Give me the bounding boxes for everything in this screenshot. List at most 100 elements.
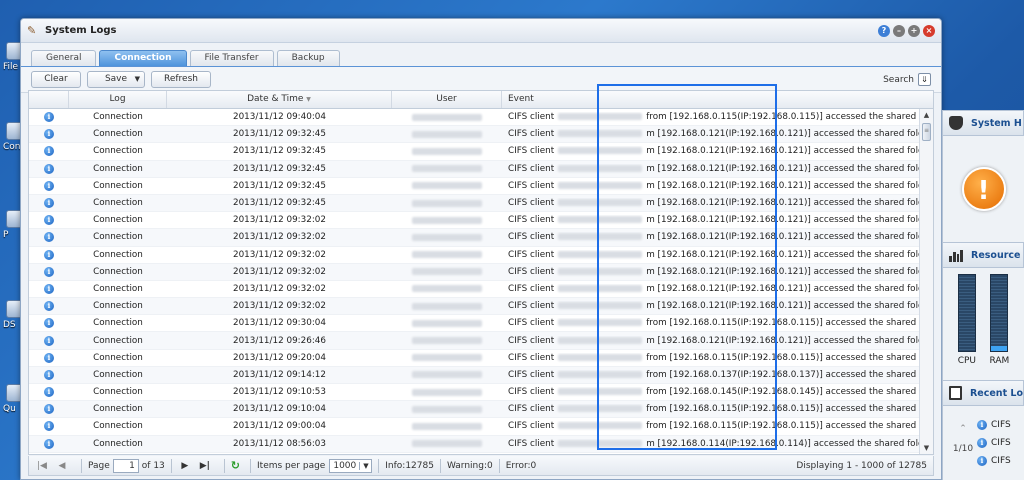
table-row[interactable]: i Connection 2013/11/12 09:10:04 CIFS clien…: [29, 401, 933, 419]
header-log[interactable]: Log: [69, 91, 167, 108]
log-cell: Connection: [93, 404, 143, 415]
help-icon[interactable]: ?: [878, 24, 890, 37]
user-cell: [392, 319, 502, 327]
list-item[interactable]: i CIFS: [977, 434, 1024, 452]
table-row[interactable]: i Connection 2013/11/12 09:32:45 CIFS clien…: [29, 160, 933, 178]
row-icon-cell: i: [29, 249, 69, 260]
info-count: Info:12785: [385, 460, 434, 471]
event-text: from [192.168.0.137(IP:192.168.0.137)] a…: [646, 369, 919, 380]
row-icon-cell: i: [29, 438, 69, 449]
refresh-button[interactable]: Refresh: [151, 71, 211, 88]
resource-monitor-body: CPU RAM: [942, 268, 1024, 380]
table-row[interactable]: i Connection 2013/11/12 09:26:46 CIFS clien…: [29, 332, 933, 350]
table-row[interactable]: i Connection 2013/11/12 09:32:45 CIFS clien…: [29, 194, 933, 213]
table-row[interactable]: i Connection 2013/11/12 09:32:02 CIFS clien…: [29, 212, 933, 230]
recent-logs-header[interactable]: Recent Lo: [942, 380, 1024, 406]
row-icon-cell: i: [29, 146, 69, 157]
log-cell: Connection: [93, 129, 143, 140]
redacted-client: [558, 130, 643, 138]
scroll-thumb[interactable]: ≡: [922, 123, 931, 141]
table-row[interactable]: i Connection 2013/11/12 09:32:02 CIFS clien…: [29, 229, 933, 247]
event-cell: CIFS client m [192.168.0.121(IP:192.168.0…: [502, 181, 919, 191]
dropdown-caret-icon: ▼: [134, 75, 140, 83]
user-cell: [392, 199, 502, 207]
page-number-input[interactable]: 1: [112, 458, 139, 473]
time-cell: 2013/11/12 09:32:45: [232, 163, 326, 174]
row-icon-cell: i: [29, 129, 69, 140]
first-page-icon[interactable]: |◀: [35, 461, 49, 471]
items-per-page-select[interactable]: 1000 ▼: [329, 458, 373, 473]
event-prefix: CIFS client: [508, 146, 555, 157]
table-row[interactable]: i Connection 2013/11/12 09:30:04 CIFS clien…: [29, 315, 933, 333]
time-cell: 2013/11/12 09:10:04: [232, 404, 326, 415]
chevron-up-icon[interactable]: ⌃: [959, 424, 967, 434]
header-user[interactable]: User: [392, 91, 502, 108]
resource-monitor-header[interactable]: Resource: [942, 242, 1024, 268]
table-row[interactable]: i Connection 2013/11/12 09:32:02 CIFS clien…: [29, 247, 933, 264]
user-cell: [392, 130, 502, 138]
table-row[interactable]: i Connection 2013/11/12 09:32:02 CIFS clien…: [29, 281, 933, 299]
maximize-icon[interactable]: +: [908, 24, 920, 37]
system-health-header[interactable]: System H: [942, 110, 1024, 136]
redacted-client: [558, 336, 643, 344]
tab-backup[interactable]: Backup: [276, 50, 340, 66]
row-icon-cell: i: [29, 180, 69, 191]
list-item[interactable]: i CIFS: [977, 452, 1024, 470]
close-icon[interactable]: ×: [923, 24, 935, 37]
log-cell: Connection: [93, 352, 143, 363]
table-row[interactable]: i Connection 2013/11/12 08:56:03 CIFS clien…: [29, 435, 933, 453]
last-page-icon[interactable]: ▶|: [198, 461, 212, 471]
redacted-user: [412, 251, 482, 259]
redacted-user: [412, 405, 482, 413]
tab-file-transfer[interactable]: File Transfer: [189, 50, 274, 66]
table-row[interactable]: i Connection 2013/11/12 09:32:45 CIFS clien…: [29, 126, 933, 144]
ram-meter: RAM: [989, 274, 1009, 380]
header-date-time[interactable]: Date & Time ▼: [167, 91, 392, 108]
tab-connection[interactable]: Connection: [99, 50, 187, 66]
event-cell: CIFS client from [192.168.0.115(IP:192.16…: [502, 353, 919, 363]
clear-button[interactable]: Clear: [31, 71, 81, 88]
table-row[interactable]: i Connection 2013/11/12 09:32:02 CIFS clien…: [29, 263, 933, 281]
info-icon: i: [44, 404, 54, 415]
info-icon: i: [44, 335, 54, 346]
search-label: Search: [883, 74, 914, 85]
table-row[interactable]: i Connection 2013/11/12 09:10:53 CIFS clien…: [29, 384, 933, 402]
event-cell: CIFS client m [192.168.0.121(IP:192.168.0…: [502, 198, 919, 208]
redacted-user: [412, 337, 482, 345]
table-row[interactable]: i Connection 2013/11/12 09:40:04 CIFS clien…: [29, 109, 933, 127]
window-titlebar[interactable]: ✎ System Logs ? – + ×: [21, 19, 941, 43]
table-row[interactable]: i Connection 2013/11/12 09:32:02 CIFS clien…: [29, 298, 933, 316]
time-cell: 2013/11/12 09:14:12: [232, 369, 326, 380]
event-prefix: CIFS client: [508, 112, 555, 123]
redacted-user: [412, 388, 482, 396]
prev-page-icon[interactable]: ◀: [55, 461, 69, 471]
divider: [378, 458, 380, 473]
scroll-down-icon[interactable]: ▼: [920, 442, 933, 454]
tab-general[interactable]: General: [31, 50, 97, 66]
header-event[interactable]: Event: [502, 91, 919, 108]
info-icon: i: [44, 146, 54, 157]
event-cell: CIFS client m [192.168.0.121(IP:192.168.0…: [502, 232, 919, 242]
list-item-label: CIFS: [991, 438, 1011, 448]
scroll-up-icon[interactable]: ▲: [920, 109, 933, 121]
user-cell: [392, 251, 502, 259]
event-prefix: CIFS client: [508, 352, 555, 363]
table-row[interactable]: i Connection 2013/11/12 09:32:45 CIFS clien…: [29, 143, 933, 161]
table-row[interactable]: i Connection 2013/11/12 09:14:12 CIFS clien…: [29, 366, 933, 384]
table-row[interactable]: i Connection 2013/11/12 09:20:04 CIFS clien…: [29, 350, 933, 367]
expand-search-icon[interactable]: ⇓: [918, 73, 931, 86]
redacted-user: [412, 268, 482, 276]
refresh-icon[interactable]: ↻: [231, 459, 240, 472]
list-item[interactable]: i CIFS: [977, 416, 1024, 434]
save-button[interactable]: Save ▼: [87, 71, 145, 88]
event-cell: CIFS client m [192.168.0.121(IP:192.168.0…: [502, 215, 919, 225]
table-row[interactable]: i Connection 2013/11/12 09:00:04 CIFS clien…: [29, 418, 933, 436]
ram-label: RAM: [989, 356, 1010, 366]
time-cell: 2013/11/12 09:26:46: [232, 335, 326, 346]
user-cell: [392, 354, 502, 362]
event-cell: CIFS client m [192.168.0.121(IP:192.168.0…: [502, 267, 919, 277]
table-row[interactable]: i Connection 2013/11/12 09:32:45 CIFS clien…: [29, 178, 933, 195]
minimize-icon[interactable]: –: [893, 24, 905, 37]
vertical-scrollbar[interactable]: ▲ ≡ ▼: [919, 109, 933, 454]
next-page-icon[interactable]: ▶: [178, 461, 192, 471]
